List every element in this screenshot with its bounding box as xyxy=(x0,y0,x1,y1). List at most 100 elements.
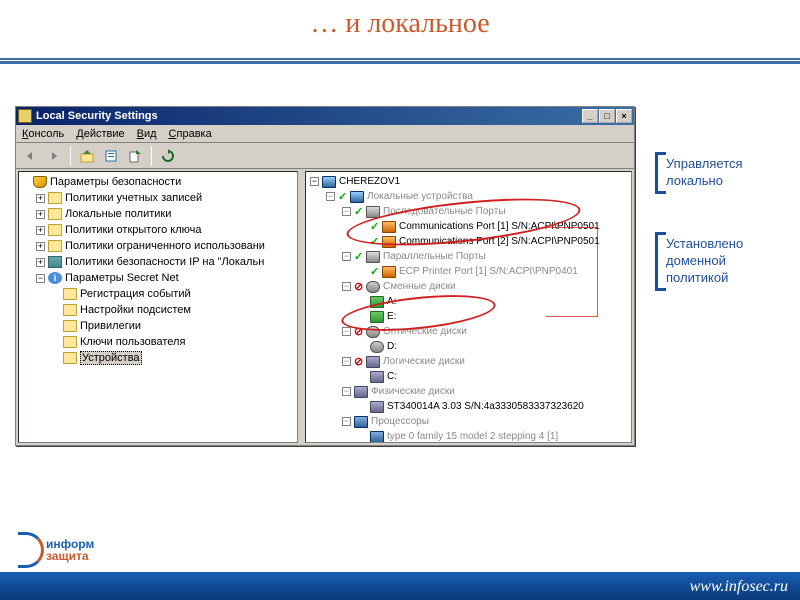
device-item[interactable]: ✓ECP Printer Port [1] S/N:ACPI\PNP0401 xyxy=(308,264,629,279)
footer-url: www.infosec.ru xyxy=(690,578,788,596)
app-icon xyxy=(18,109,32,123)
right-tree-pane[interactable]: −CHEREZOV1 −✓Локальные устройства −✓Посл… xyxy=(305,171,632,443)
device-category[interactable]: −✓Последовательные Порты xyxy=(308,204,629,219)
slide-title: … и локальное xyxy=(0,8,800,40)
drive-icon xyxy=(370,311,384,323)
minimize-button[interactable]: _ xyxy=(582,109,598,123)
folder-icon xyxy=(48,208,62,220)
tree-item[interactable]: +Политики ограниченного использовани xyxy=(21,238,295,254)
folder-open-icon xyxy=(63,352,77,364)
cpu-icon xyxy=(370,431,384,443)
toolbar-separator xyxy=(151,146,152,166)
block-icon: ⊘ xyxy=(354,282,364,292)
info-icon: i xyxy=(48,272,62,284)
device-category[interactable]: −Физические диски xyxy=(308,384,629,399)
device-item[interactable]: A: xyxy=(308,294,629,309)
tree-item[interactable]: Регистрация событий xyxy=(21,286,295,302)
back-button[interactable] xyxy=(19,145,41,167)
folder-icon xyxy=(63,288,77,300)
devices-icon xyxy=(350,191,364,203)
brand-logo: информ защита xyxy=(18,532,94,568)
tree-item[interactable]: −iПараметры Secret Net xyxy=(21,270,295,286)
check-icon: ✓ xyxy=(354,252,364,262)
tree-item[interactable]: Привилегии xyxy=(21,318,295,334)
drive-icon xyxy=(370,341,384,353)
menu-view[interactable]: Вид xyxy=(137,128,157,140)
policy-icon xyxy=(48,256,62,268)
check-icon: ✓ xyxy=(354,207,364,217)
menu-help[interactable]: Справка xyxy=(169,128,212,140)
export-button[interactable] xyxy=(124,145,146,167)
tree-item[interactable]: +Локальные политики xyxy=(21,206,295,222)
menubar: Консоль Действие Вид Справка xyxy=(16,125,634,143)
folder-icon xyxy=(63,320,77,332)
computer-icon xyxy=(322,176,336,188)
drive-icon xyxy=(370,371,384,383)
tree-item[interactable]: +Политики учетных записей xyxy=(21,190,295,206)
tree-item[interactable]: Ключи пользователя xyxy=(21,334,295,350)
slide-rule xyxy=(0,58,800,64)
logo-swirl-icon xyxy=(18,532,44,568)
props-button[interactable] xyxy=(100,145,122,167)
folder-icon xyxy=(48,192,62,204)
device-item[interactable]: ST340014A 3.03 S/N:4a3330583337323620 xyxy=(308,399,629,414)
ports-icon xyxy=(366,206,380,218)
callout-local: Управляется локально xyxy=(655,152,770,194)
check-icon: ✓ xyxy=(370,267,380,277)
tree-item[interactable]: +Политики открытого ключа xyxy=(21,222,295,238)
folder-icon xyxy=(63,304,77,316)
physical-disk-icon xyxy=(354,386,368,398)
menu-action[interactable]: Действие xyxy=(76,128,124,140)
cpu-icon xyxy=(354,416,368,428)
disk-icon xyxy=(370,401,384,413)
device-item[interactable]: type 0 family 15 model 2 stepping 4 [1] xyxy=(308,429,629,443)
serial-port-icon xyxy=(382,236,396,248)
up-button[interactable] xyxy=(76,145,98,167)
logo-line2: защита xyxy=(46,550,94,562)
splitter[interactable] xyxy=(300,169,303,445)
maximize-button[interactable]: □ xyxy=(599,109,615,123)
close-button[interactable]: × xyxy=(616,109,632,123)
callout-domain: Установлено доменной политикой xyxy=(655,232,770,291)
forward-button[interactable] xyxy=(43,145,65,167)
serial-port-icon xyxy=(382,221,396,233)
tree-item[interactable]: +Политики безопасности IP на "Локальн xyxy=(21,254,295,270)
window-title: Local Security Settings xyxy=(36,110,582,122)
ports-icon xyxy=(366,251,380,263)
logical-disk-icon xyxy=(366,356,380,368)
menu-console[interactable]: Консоль xyxy=(22,128,64,140)
tree-root[interactable]: Параметры безопасности xyxy=(21,174,295,190)
refresh-button[interactable] xyxy=(157,145,179,167)
device-item[interactable]: D: xyxy=(308,339,629,354)
device-group[interactable]: −✓Локальные устройства xyxy=(308,189,629,204)
block-icon: ⊘ xyxy=(354,327,364,337)
device-item[interactable]: C: xyxy=(308,369,629,384)
device-category[interactable]: −⊘Сменные диски xyxy=(308,279,629,294)
tree-item[interactable]: Настройки подсистем xyxy=(21,302,295,318)
device-category[interactable]: −Процессоры xyxy=(308,414,629,429)
folder-icon xyxy=(63,336,77,348)
parallel-port-icon xyxy=(382,266,396,278)
shield-icon xyxy=(33,176,47,188)
toolbar-separator xyxy=(70,146,71,166)
device-root[interactable]: −CHEREZOV1 xyxy=(308,174,629,189)
left-tree-pane[interactable]: Параметры безопасности +Политики учетных… xyxy=(18,171,298,443)
titlebar[interactable]: Local Security Settings _ □ × xyxy=(16,107,634,125)
folder-icon xyxy=(48,240,62,252)
tree-item-selected[interactable]: Устройства xyxy=(21,350,295,366)
optical-disk-icon xyxy=(366,326,380,338)
drive-icon xyxy=(370,296,384,308)
device-item[interactable]: E: xyxy=(308,309,629,324)
device-item[interactable]: ✓Communications Port [2] S/N:ACPI\PNP050… xyxy=(308,234,629,249)
block-icon: ⊘ xyxy=(354,357,364,367)
check-icon: ✓ xyxy=(338,192,348,202)
device-item[interactable]: ✓Communications Port [1] S/N:ACPI\PNP050… xyxy=(308,219,629,234)
toolbar xyxy=(16,143,634,169)
device-category[interactable]: −⊘Оптические диски xyxy=(308,324,629,339)
removable-disk-icon xyxy=(366,281,380,293)
device-category[interactable]: −⊘Логические диски xyxy=(308,354,629,369)
folder-icon xyxy=(48,224,62,236)
device-category[interactable]: −✓Параллельные Порты xyxy=(308,249,629,264)
check-icon: ✓ xyxy=(370,222,380,232)
check-icon: ✓ xyxy=(370,237,380,247)
